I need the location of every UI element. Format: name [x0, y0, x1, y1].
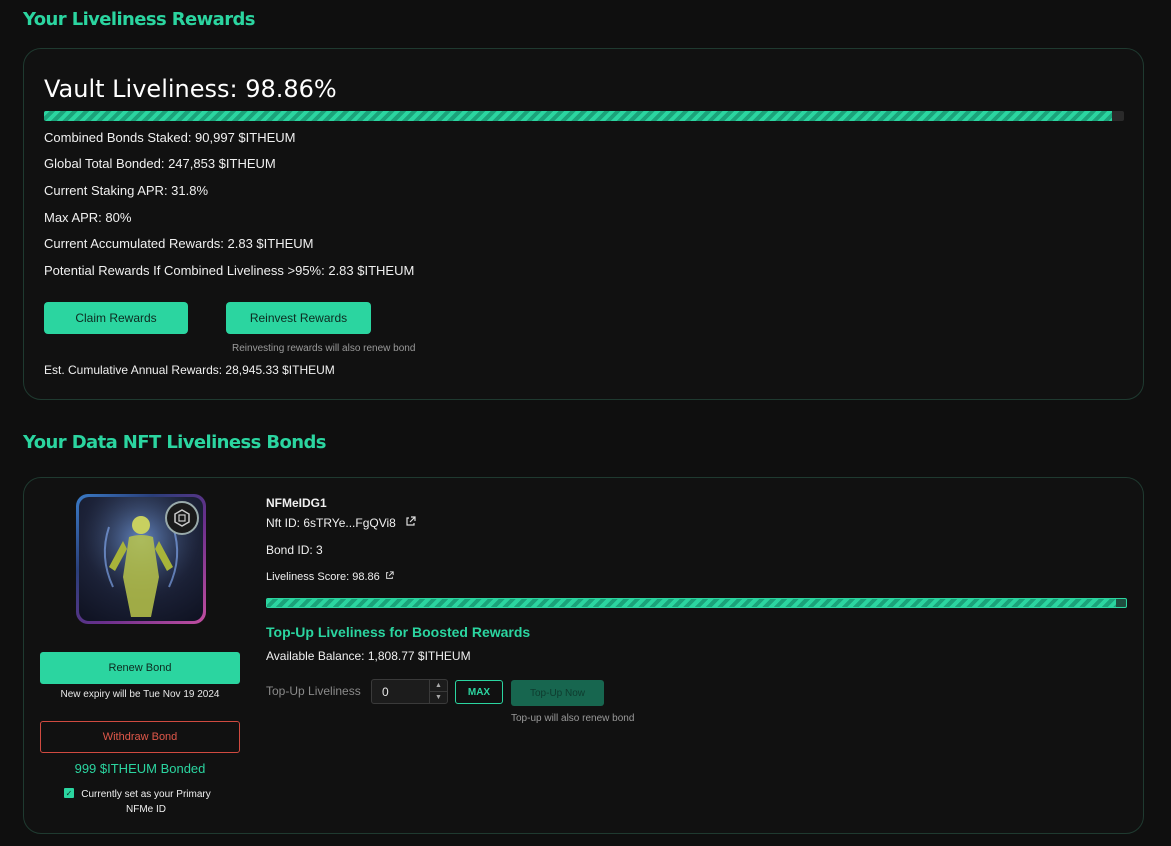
check-icon: ✓: [65, 788, 73, 798]
liveliness-rewards-card: Vault Liveliness: 98.86% Combined Bonds …: [23, 48, 1144, 400]
global-total-bonded: Global Total Bonded: 247,853 $ITHEUM: [44, 156, 276, 171]
withdraw-bond-button[interactable]: Withdraw Bond: [40, 721, 240, 753]
external-link-icon[interactable]: [405, 516, 416, 530]
stepper-arrows: ▲ ▼: [429, 680, 447, 703]
nft-image: [76, 494, 206, 624]
vault-liveliness-progress-bar: [44, 111, 1124, 121]
max-apr: Max APR: 80%: [44, 210, 132, 225]
topup-now-button[interactable]: Top-Up Now: [511, 680, 604, 706]
claim-rewards-button[interactable]: Claim Rewards: [44, 302, 188, 334]
vault-liveliness-progress-fill: [44, 111, 1112, 121]
bond-id: Bond ID: 3: [266, 543, 323, 557]
rewards-section-title: Your Liveliness Rewards: [23, 9, 255, 30]
primary-nfme-checkbox[interactable]: ✓: [64, 788, 74, 798]
nft-name: NFMeIDG1: [266, 496, 327, 510]
nft-liveliness-progress-fill: [267, 599, 1117, 607]
renew-bond-button[interactable]: Renew Bond: [40, 652, 240, 684]
boost-title: Top-Up Liveliness for Boosted Rewards: [266, 624, 531, 640]
available-balance: Available Balance: 1,808.77 $ITHEUM: [266, 649, 471, 663]
nft-id-row: Nft ID: 6sTRYe...FgQVi8: [266, 516, 416, 530]
vault-liveliness-title: Vault Liveliness: 98.86%: [44, 75, 337, 103]
liveliness-score: Liveliness Score: 98.86: [266, 571, 380, 583]
est-cumulative-annual-rewards: Est. Cumulative Annual Rewards: 28,945.3…: [44, 363, 335, 377]
chevron-up-icon[interactable]: ▲: [430, 680, 447, 692]
external-link-icon[interactable]: [385, 571, 394, 583]
bonds-section-title: Your Data NFT Liveliness Bonds: [23, 432, 326, 453]
nft-artwork: [79, 497, 203, 621]
reinvest-rewards-button[interactable]: Reinvest Rewards: [226, 302, 371, 334]
chevron-down-icon[interactable]: ▼: [430, 692, 447, 703]
nft-badge-icon: [165, 501, 199, 535]
topup-liveliness-label: Top-Up Liveliness: [266, 684, 361, 698]
reinvest-note: Reinvesting rewards will also renew bond: [232, 343, 416, 354]
current-staking-apr: Current Staking APR: 31.8%: [44, 183, 209, 198]
potential-rewards: Potential Rewards If Combined Liveliness…: [44, 263, 415, 278]
current-accumulated-rewards: Current Accumulated Rewards: 2.83 $ITHEU…: [44, 236, 314, 251]
liveliness-score-row: Liveliness Score: 98.86: [266, 571, 394, 583]
nft-liveliness-progress-bar: [266, 598, 1127, 608]
combined-bonds-staked: Combined Bonds Staked: 90,997 $ITHEUM: [44, 130, 296, 145]
liveliness-bond-card: Renew Bond New expiry will be Tue Nov 19…: [23, 477, 1144, 834]
renew-expiry-note: New expiry will be Tue Nov 19 2024: [60, 689, 220, 700]
nft-id: Nft ID: 6sTRYe...FgQVi8: [266, 516, 396, 530]
max-button[interactable]: MAX: [455, 680, 503, 704]
primary-nfme-note: Currently set as your Primary NFMe ID: [81, 789, 211, 815]
topup-note: Top-up will also renew bond: [511, 713, 635, 724]
bonded-amount: 999 $ITHEUM Bonded: [74, 761, 206, 776]
